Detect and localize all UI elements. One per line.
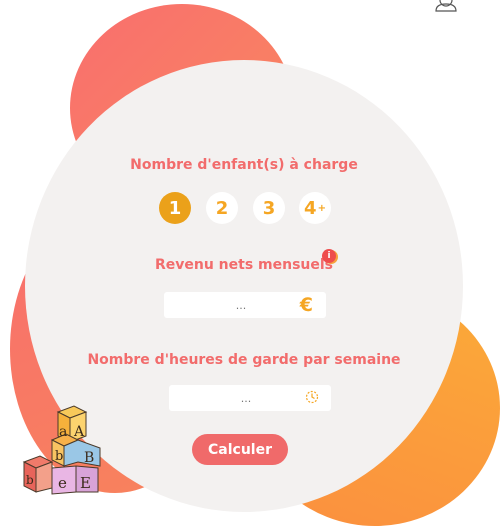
clock-icon <box>305 390 319 404</box>
children-option-4-plus[interactable]: 4 + <box>299 192 331 224</box>
hours-label: Nombre d'heures de garde par semaine <box>87 352 401 368</box>
income-field: € <box>164 292 326 318</box>
calculate-button[interactable]: Calculer <box>192 434 288 465</box>
block-letter-e: e <box>58 474 67 492</box>
plus-sign: + <box>317 202 326 214</box>
block-letter-E: E <box>80 474 91 492</box>
children-option-1-label: 1 <box>168 197 182 219</box>
children-option-1[interactable]: 1 <box>159 192 191 224</box>
children-count-selector: 1 2 3 4 + <box>159 192 333 224</box>
info-icon[interactable]: i <box>322 249 336 263</box>
alphabet-blocks-icon: a A b B b e E <box>22 405 101 495</box>
children-option-2[interactable]: 2 <box>206 192 238 224</box>
hours-input[interactable] <box>169 390 323 406</box>
children-option-2-label: 2 <box>215 197 229 219</box>
income-label: Revenu nets mensuels <box>154 257 334 273</box>
children-option-3-label: 3 <box>262 197 276 219</box>
block-letter-b: b <box>55 449 63 464</box>
children-option-3[interactable]: 3 <box>253 192 285 224</box>
euro-icon: € <box>299 294 313 316</box>
children-option-4-label: 4 <box>304 197 317 219</box>
children-count-label: Nombre d'enfant(s) à charge <box>130 157 358 173</box>
hours-field <box>169 385 331 411</box>
block-letter-b-small: b <box>26 473 34 487</box>
user-icon[interactable] <box>434 0 458 12</box>
block-letter-B: B <box>84 450 94 466</box>
income-input[interactable] <box>164 297 318 313</box>
block-letter-a: a <box>59 424 67 440</box>
block-letter-A: A <box>73 424 85 440</box>
